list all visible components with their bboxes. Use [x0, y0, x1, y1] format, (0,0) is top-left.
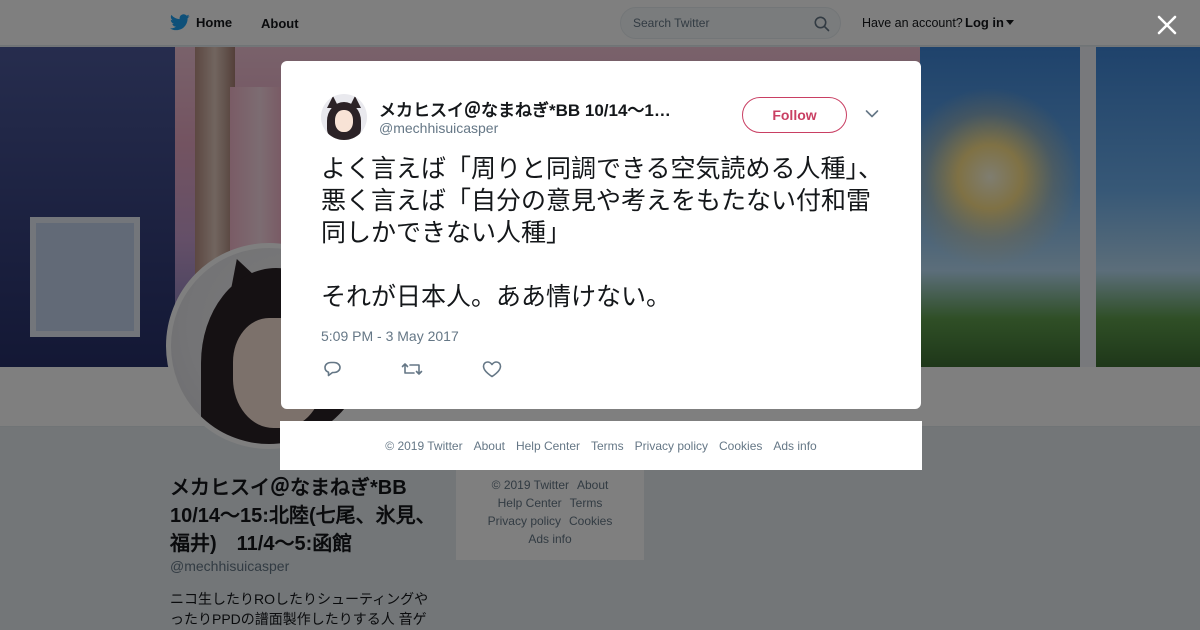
heart-icon[interactable] [480, 359, 504, 379]
modal-footer: © 2019 Twitter About Help Center Terms P… [280, 421, 922, 470]
reply-icon[interactable] [321, 359, 345, 379]
close-icon[interactable] [1155, 13, 1179, 37]
follow-button[interactable]: Follow [742, 97, 847, 133]
modal-footer-ads-link[interactable]: Ads info [773, 439, 816, 453]
tweet-modal: メカヒスイ＠なまねぎ*BB 10/14～1… @mechhisuicasper … [281, 61, 921, 409]
modal-footer-about-link[interactable]: About [474, 439, 505, 453]
modal-footer-help-link[interactable]: Help Center [516, 439, 580, 453]
modal-footer-cookies-link[interactable]: Cookies [719, 439, 762, 453]
modal-footer-privacy-link[interactable]: Privacy policy [635, 439, 708, 453]
tweet-text: よく言えば「周りと同調できる空気読める人種」、悪く言えば「自分の意見や考えをもた… [321, 154, 884, 311]
modal-footer-terms-link[interactable]: Terms [591, 439, 624, 453]
tweet-author-handle[interactable]: @mechhisuicasper [379, 120, 498, 136]
tweet-author-avatar[interactable] [321, 94, 367, 140]
retweet-icon[interactable] [400, 359, 424, 379]
tweet-author-name[interactable]: メカヒスイ＠なまねぎ*BB 10/14～1… [379, 96, 699, 121]
chevron-down-icon[interactable] [865, 109, 879, 119]
tweet-timestamp[interactable]: 5:09 PM - 3 May 2017 [321, 328, 459, 344]
modal-footer-copyright: © 2019 Twitter [385, 438, 463, 453]
